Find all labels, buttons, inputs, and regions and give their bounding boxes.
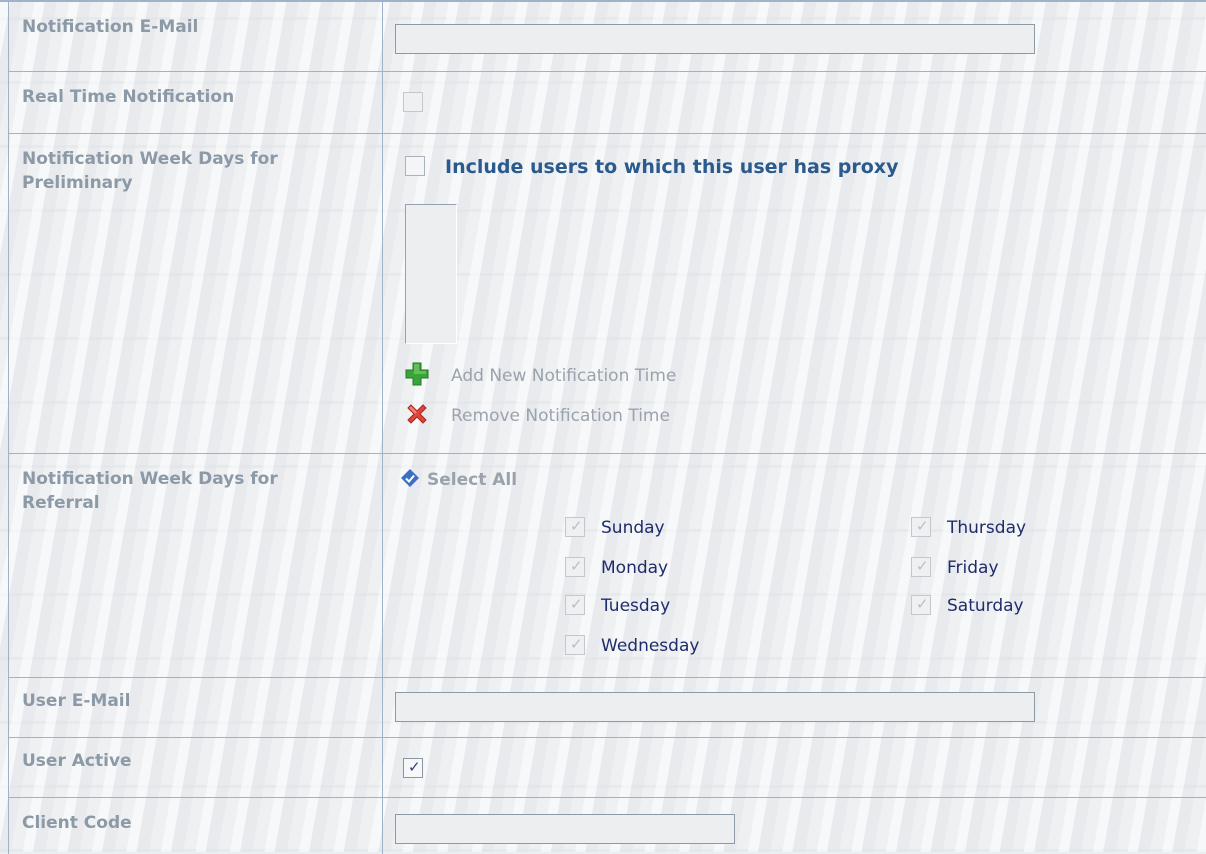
real-time-notification-cell bbox=[383, 72, 1206, 133]
sunday-label: Sunday bbox=[601, 518, 665, 538]
thursday-label: Thursday bbox=[947, 518, 1027, 538]
friday-checkbox[interactable]: ✓ bbox=[911, 557, 931, 577]
monday-checkbox[interactable]: ✓ bbox=[565, 557, 585, 577]
saturday-label: Saturday bbox=[947, 596, 1024, 616]
wednesday-label: Wednesday bbox=[601, 636, 700, 656]
saturday-checkbox[interactable]: ✓ bbox=[911, 595, 931, 615]
client-code-cell bbox=[383, 798, 1206, 854]
add-notification-time-link[interactable]: Add New Notification Time bbox=[405, 362, 677, 388]
day-thursday[interactable]: ✓ Thursday bbox=[911, 517, 1027, 538]
day-friday[interactable]: ✓ Friday bbox=[911, 557, 999, 578]
notification-email-field[interactable] bbox=[395, 24, 1035, 54]
notification-email-cell bbox=[383, 2, 1206, 71]
monday-label: Monday bbox=[601, 558, 669, 578]
real-time-notification-checkbox[interactable] bbox=[403, 92, 423, 112]
row-preliminary: Notification Week Days for Preliminary I… bbox=[8, 134, 1206, 454]
user-email-label: User E-Mail bbox=[8, 678, 383, 737]
remove-notification-time-link[interactable]: Remove Notification Time bbox=[405, 404, 670, 428]
thursday-checkbox[interactable]: ✓ bbox=[911, 517, 931, 537]
user-settings-form: Notification E-Mail Real Time Notificati… bbox=[0, 0, 1206, 854]
user-email-cell bbox=[383, 678, 1206, 737]
row-referral: Notification Week Days for Referral Sele… bbox=[8, 454, 1206, 678]
client-code-label: Client Code bbox=[8, 798, 383, 854]
diamond-arrow-icon bbox=[401, 469, 419, 487]
x-icon bbox=[405, 402, 429, 426]
wednesday-checkbox[interactable]: ✓ bbox=[565, 635, 585, 655]
tuesday-label: Tuesday bbox=[601, 596, 671, 616]
select-all-label: Select All bbox=[427, 470, 518, 490]
row-user-email: User E-Mail bbox=[8, 678, 1206, 738]
preliminary-label: Notification Week Days for Preliminary bbox=[8, 134, 383, 453]
remove-notification-time-label: Remove Notification Time bbox=[451, 406, 670, 426]
notification-time-listbox[interactable] bbox=[405, 204, 457, 344]
proxy-label: Include users to which this user has pro… bbox=[445, 156, 899, 178]
referral-cell: Select All ✓ Sunday ✓ Monday ✓ Tuesday ✓ Wed… bbox=[383, 454, 1206, 677]
day-saturday[interactable]: ✓ Saturday bbox=[911, 595, 1024, 616]
row-real-time-notification: Real Time Notification bbox=[8, 72, 1206, 134]
day-sunday[interactable]: ✓ Sunday bbox=[565, 517, 665, 538]
referral-label: Notification Week Days for Referral bbox=[8, 454, 383, 677]
real-time-notification-label: Real Time Notification bbox=[8, 72, 383, 133]
select-all-link[interactable]: Select All bbox=[401, 469, 518, 490]
row-client-code: Client Code bbox=[8, 798, 1206, 854]
row-notification-email: Notification E-Mail bbox=[8, 2, 1206, 72]
add-notification-time-label: Add New Notification Time bbox=[451, 366, 677, 386]
user-email-field[interactable] bbox=[395, 692, 1035, 722]
friday-label: Friday bbox=[947, 558, 999, 578]
day-monday[interactable]: ✓ Monday bbox=[565, 557, 669, 578]
row-user-active: User Active ✓ bbox=[8, 738, 1206, 798]
user-active-label: User Active bbox=[8, 738, 383, 797]
day-wednesday[interactable]: ✓ Wednesday bbox=[565, 635, 700, 656]
tuesday-checkbox[interactable]: ✓ bbox=[565, 595, 585, 615]
client-code-field[interactable] bbox=[395, 814, 735, 844]
sunday-checkbox[interactable]: ✓ bbox=[565, 517, 585, 537]
proxy-checkbox[interactable] bbox=[405, 156, 425, 176]
day-tuesday[interactable]: ✓ Tuesday bbox=[565, 595, 671, 616]
user-active-checkbox[interactable]: ✓ bbox=[403, 758, 423, 778]
preliminary-cell: Include users to which this user has pro… bbox=[383, 134, 1206, 453]
notification-email-label: Notification E-Mail bbox=[8, 2, 383, 71]
plus-icon bbox=[405, 362, 429, 386]
user-active-cell: ✓ bbox=[383, 738, 1206, 797]
